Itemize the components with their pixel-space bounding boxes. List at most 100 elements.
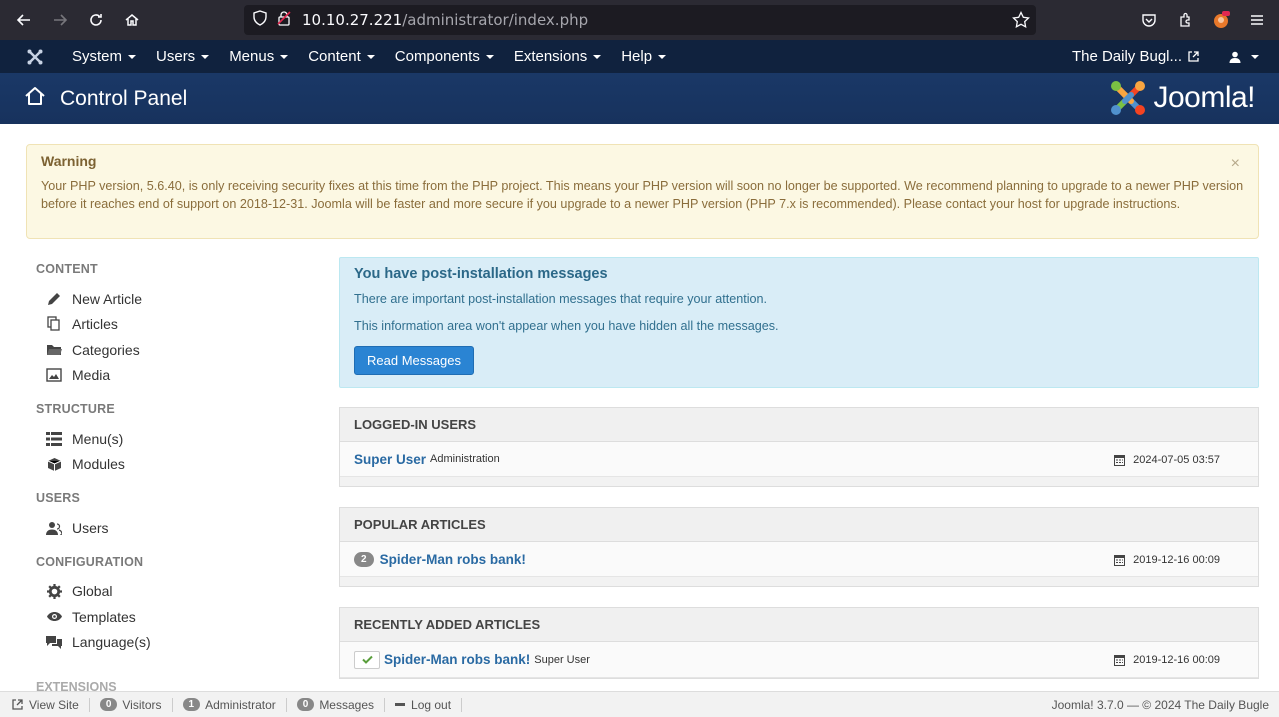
article-link[interactable]: Spider-Man robs bank!	[384, 652, 530, 667]
sidebar-item-label: Global	[72, 583, 113, 600]
user-link[interactable]: Super User	[354, 452, 426, 467]
calendar-icon	[1114, 654, 1126, 666]
admins-status[interactable]: 1 Administrator	[173, 697, 287, 712]
warning-text: Your PHP version, 5.6.40, is only receiv…	[41, 179, 1244, 211]
admin-menu: System Users Menus Content Components Ex…	[62, 40, 676, 73]
messages-count-badge: 0	[296, 698, 315, 711]
sidebar-group-structure: STRUCTURE Menu(s) Modules	[36, 402, 316, 477]
view-site-link[interactable]: View Site	[0, 697, 90, 712]
profile-avatar-icon[interactable]	[1209, 6, 1233, 34]
version-text: Joomla! 3.7.0 — © 2024 The Daily Bugle	[1051, 698, 1269, 712]
logout-label: Log out	[411, 697, 452, 712]
comments-icon	[44, 635, 64, 650]
postinstall-line1: There are important post-installation me…	[354, 292, 768, 306]
forward-icon[interactable]	[46, 6, 74, 34]
visitors-label: Visitors	[122, 697, 162, 712]
hamburger-menu-icon[interactable]	[1245, 6, 1269, 34]
sidebar-heading: STRUCTURE	[36, 402, 115, 416]
messages-status[interactable]: 0 Messages	[287, 697, 386, 712]
sidebar-item-label: Templates	[72, 608, 136, 625]
sidebar-item-modules[interactable]: Modules	[44, 452, 316, 478]
caret-down-icon	[128, 54, 137, 59]
panel-heading: POPULAR ARTICLES	[340, 508, 1258, 542]
admin-menubar: System Users Menus Content Components Ex…	[0, 40, 1279, 73]
menu-label: System	[72, 48, 123, 65]
read-messages-button[interactable]: Read Messages	[354, 346, 474, 375]
table-row: Super User Administration 2024-07-05 03:…	[340, 442, 1258, 477]
menu-components[interactable]: Components	[385, 40, 504, 73]
sidebar-item-label: Modules	[72, 456, 125, 473]
caret-down-icon	[280, 54, 289, 59]
sidebar-heading: CONTENT	[36, 262, 98, 276]
panel-footer	[340, 477, 1258, 486]
php-warning-alert: Warning Your PHP version, 5.6.40, is onl…	[26, 144, 1259, 239]
sidebar-item-languages[interactable]: Language(s)	[44, 630, 316, 656]
logout-link[interactable]: Log out	[385, 697, 463, 712]
caret-down-icon	[593, 54, 602, 59]
published-check-icon[interactable]	[354, 650, 380, 669]
page-header: Control Panel Joomla!	[0, 73, 1279, 124]
status-bar: View Site 0 Visitors 1 Administrator 0 M…	[0, 691, 1279, 717]
site-name-link[interactable]: The Daily Bugl...	[1072, 40, 1199, 73]
menu-menus[interactable]: Menus	[219, 40, 298, 73]
recent-articles-panel: RECENTLY ADDED ARTICLES Spider-Man robs …	[339, 607, 1259, 679]
sidebar-item-articles[interactable]: Articles	[44, 312, 316, 338]
user-area: Administration	[430, 453, 500, 465]
user-icon	[1229, 51, 1241, 63]
menu-help[interactable]: Help	[611, 40, 676, 73]
eye-icon	[44, 611, 64, 622]
sidebar-item-users[interactable]: Users	[44, 515, 316, 541]
sidebar-item-new-article[interactable]: New Article	[44, 286, 316, 312]
panel-heading: RECENTLY ADDED ARTICLES	[340, 608, 1258, 642]
joomla-brand-icon	[1111, 81, 1146, 115]
sidebar-item-media[interactable]: Media	[44, 363, 316, 389]
bookmark-star-icon[interactable]	[1012, 10, 1030, 34]
list-icon	[44, 431, 64, 446]
date-text: 2024-07-05 03:57	[1133, 453, 1220, 466]
site-name: The Daily Bugl...	[1071, 48, 1182, 65]
pocket-icon[interactable]	[1137, 6, 1161, 34]
reload-icon[interactable]	[82, 6, 110, 34]
home-icon[interactable]	[118, 6, 146, 34]
close-icon[interactable]: ×	[1231, 155, 1240, 173]
article-author: Super User	[534, 653, 590, 666]
lock-icon[interactable]	[276, 10, 292, 31]
warning-title: Warning	[41, 153, 97, 169]
row-date: 2019-12-16 00:09	[1114, 542, 1220, 577]
table-row: 2 Spider-Man robs bank! 2019-12-16 00:09	[340, 542, 1258, 577]
sidebar-item-label: Menu(s)	[72, 430, 124, 447]
menu-label: Users	[156, 48, 196, 65]
address-bar[interactable]: 10.10.27.221/administrator/index.php	[244, 5, 1036, 35]
sidebar-item-label: Articles	[72, 316, 118, 333]
menu-users[interactable]: Users	[146, 40, 219, 73]
menu-label: Menus	[229, 48, 275, 65]
menu-extensions[interactable]: Extensions	[504, 40, 611, 73]
row-date: 2019-12-16 00:09	[1114, 642, 1220, 678]
sidebar-item-categories[interactable]: Categories	[44, 337, 316, 363]
shield-icon[interactable]	[252, 9, 268, 31]
sidebar-heading-extensions: EXTENSIONS	[36, 680, 117, 691]
calendar-icon	[1114, 454, 1126, 466]
sidebar-item-templates[interactable]: Templates	[44, 604, 316, 630]
joomla-logo-icon[interactable]	[20, 48, 50, 66]
back-icon[interactable]	[10, 6, 38, 34]
user-menu[interactable]	[1229, 40, 1259, 73]
gear-icon	[44, 583, 64, 599]
extensions-icon[interactable]	[1173, 6, 1197, 34]
menu-content[interactable]: Content	[298, 40, 385, 73]
url-text: 10.10.27.221/administrator/index.php	[302, 11, 588, 29]
sidebar-item-label: Categories	[72, 341, 140, 358]
menu-label: Components	[394, 48, 480, 65]
visitors-count-badge: 0	[99, 698, 118, 711]
article-link[interactable]: Spider-Man robs bank!	[380, 552, 526, 567]
menu-label: Content	[308, 48, 361, 65]
panel-footer	[340, 577, 1258, 586]
view-site-label: View Site	[29, 697, 79, 712]
menu-system[interactable]: System	[62, 40, 146, 73]
sidebar-item-global[interactable]: Global	[44, 579, 316, 605]
sidebar-item-menus[interactable]: Menu(s)	[44, 426, 316, 452]
visitors-status[interactable]: 0 Visitors	[90, 697, 173, 712]
menu-label: Help	[621, 48, 653, 65]
brand-text: Joomla!	[1153, 81, 1255, 114]
panel-heading: LOGGED-IN USERS	[340, 408, 1258, 442]
